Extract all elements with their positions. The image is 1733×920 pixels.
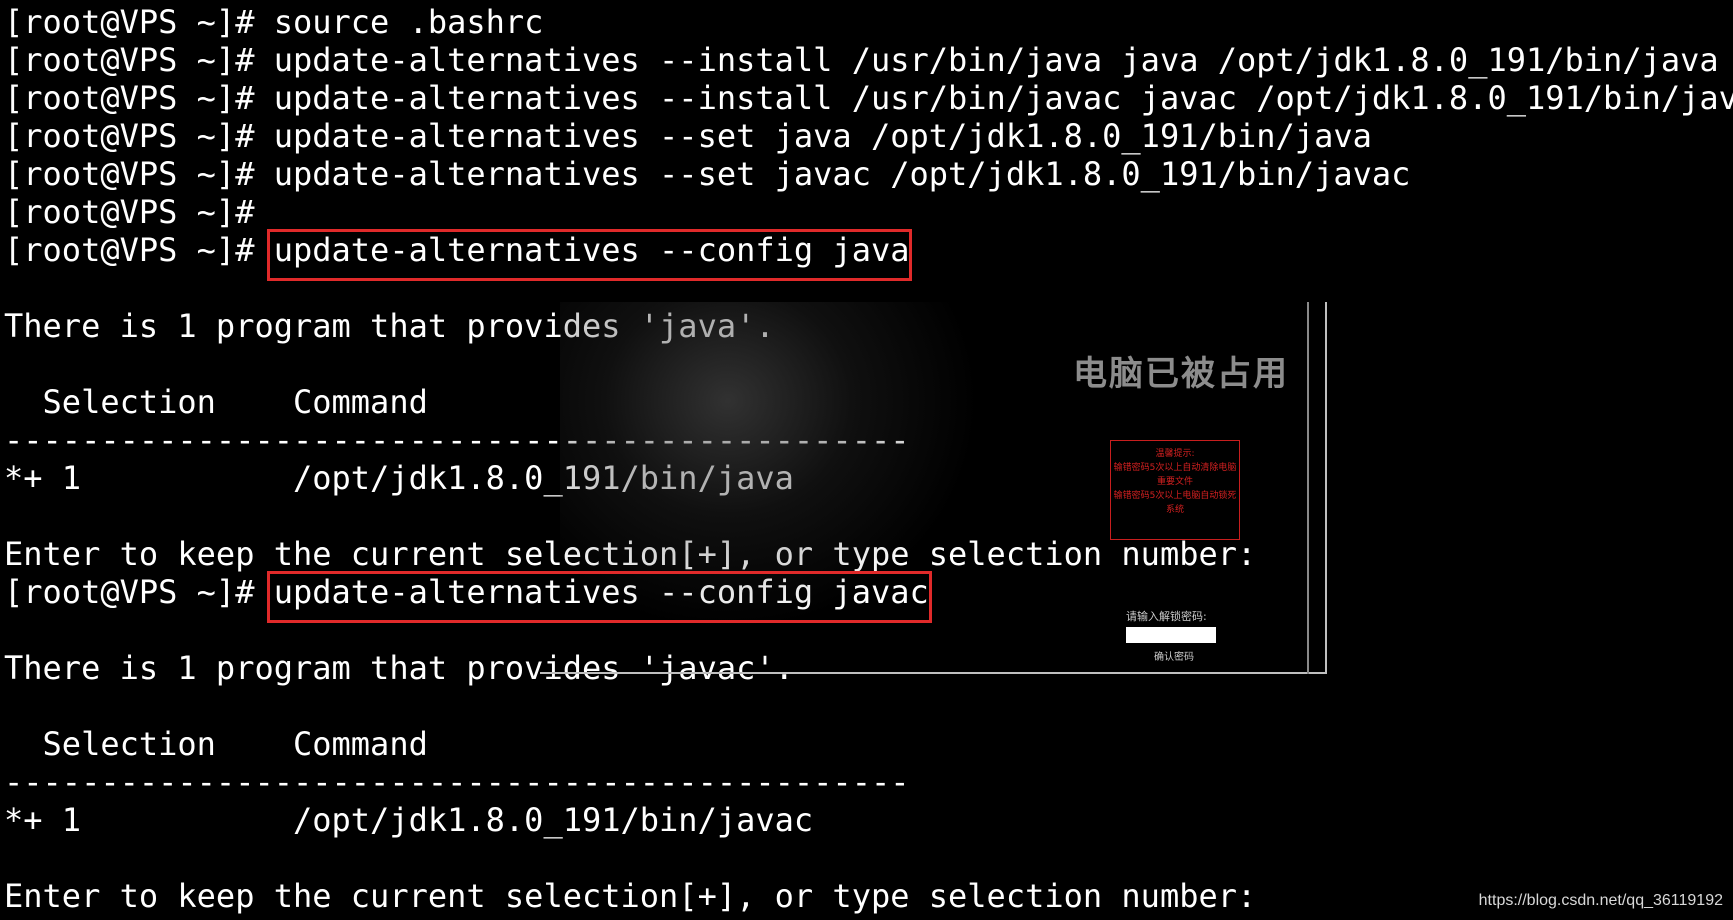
shell-prompt: [root@VPS ~]# — [4, 117, 255, 155]
terminal-line: There is 1 program that provides 'java'. — [4, 307, 775, 345]
terminal-output: Selection Command — [4, 725, 428, 763]
terminal-line: [root@VPS ~]# update-alternatives --set … — [4, 117, 1372, 155]
terminal-window[interactable]: [root@VPS ~]# source .bashrc [root@VPS ~]… — [0, 0, 1733, 920]
shell-command: update-alternatives --install /usr/bin/j… — [254, 79, 1733, 117]
terminal-output: Enter to keep the current selection[+], … — [4, 535, 1257, 573]
terminal-line: [root@VPS ~]# — [4, 193, 254, 231]
terminal-line: Selection Command — [4, 383, 428, 421]
terminal-output: ----------------------------------------… — [4, 421, 910, 459]
terminal-line: [root@VPS ~]# update-alternatives --inst… — [4, 79, 1733, 117]
shell-command: source .bashrc — [254, 3, 544, 41]
terminal-line: Selection Command — [4, 725, 428, 763]
terminal-line: ----------------------------------------… — [4, 421, 909, 459]
shell-prompt: [root@VPS ~]# — [4, 573, 255, 611]
terminal-output: Selection Command — [4, 383, 428, 421]
terminal-output: *+ 1 /opt/jdk1.8.0_191/bin/java — [4, 459, 794, 497]
terminal-output: There is 1 program that provides 'java'. — [4, 307, 775, 345]
terminal-line: *+ 1 /opt/jdk1.8.0_191/bin/java — [4, 459, 794, 497]
watermark-url: https://blog.csdn.net/qq_36119192 — [1478, 892, 1723, 909]
terminal-line: [root@VPS ~]# update-alternatives --set … — [4, 155, 1410, 193]
terminal-output: Enter to keep the current selection[+], … — [4, 877, 1257, 915]
terminal-line: There is 1 program that provides 'javac'… — [4, 649, 794, 687]
shell-command: update-alternatives --set javac /opt/jdk… — [254, 155, 1411, 193]
terminal-output: *+ 1 /opt/jdk1.8.0_191/bin/javac — [4, 801, 814, 839]
shell-prompt: [root@VPS ~]# — [4, 41, 255, 79]
terminal-line: *+ 1 /opt/jdk1.8.0_191/bin/javac — [4, 801, 813, 839]
terminal-line: ----------------------------------------… — [4, 763, 909, 801]
terminal-line: [root@VPS ~]# update-alternatives --conf… — [4, 231, 909, 269]
terminal-line: Enter to keep the current selection[+], … — [4, 877, 1256, 915]
shell-prompt: [root@VPS ~]# — [4, 3, 255, 41]
terminal-output: There is 1 program that provides 'javac'… — [4, 649, 794, 687]
shell-prompt: [root@VPS ~]# — [4, 155, 255, 193]
shell-prompt: [root@VPS ~]# — [4, 231, 255, 269]
shell-command: update-alternatives --config javac — [254, 573, 929, 611]
terminal-line: [root@VPS ~]# source .bashrc — [4, 3, 543, 41]
shell-command: update-alternatives --config java — [254, 231, 910, 269]
terminal-line: Enter to keep the current selection[+], … — [4, 535, 1256, 573]
shell-prompt: [root@VPS ~]# — [4, 79, 255, 117]
terminal-output: ----------------------------------------… — [4, 763, 910, 801]
shell-command: update-alternatives --set java /opt/jdk1… — [254, 117, 1372, 155]
terminal-line: [root@VPS ~]# update-alternatives --conf… — [4, 573, 929, 611]
shell-command: update-alternatives --install /usr/bin/j… — [254, 41, 1733, 79]
terminal-line: [root@VPS ~]# update-alternatives --inst… — [4, 41, 1733, 79]
shell-prompt: [root@VPS ~]# — [4, 193, 255, 231]
